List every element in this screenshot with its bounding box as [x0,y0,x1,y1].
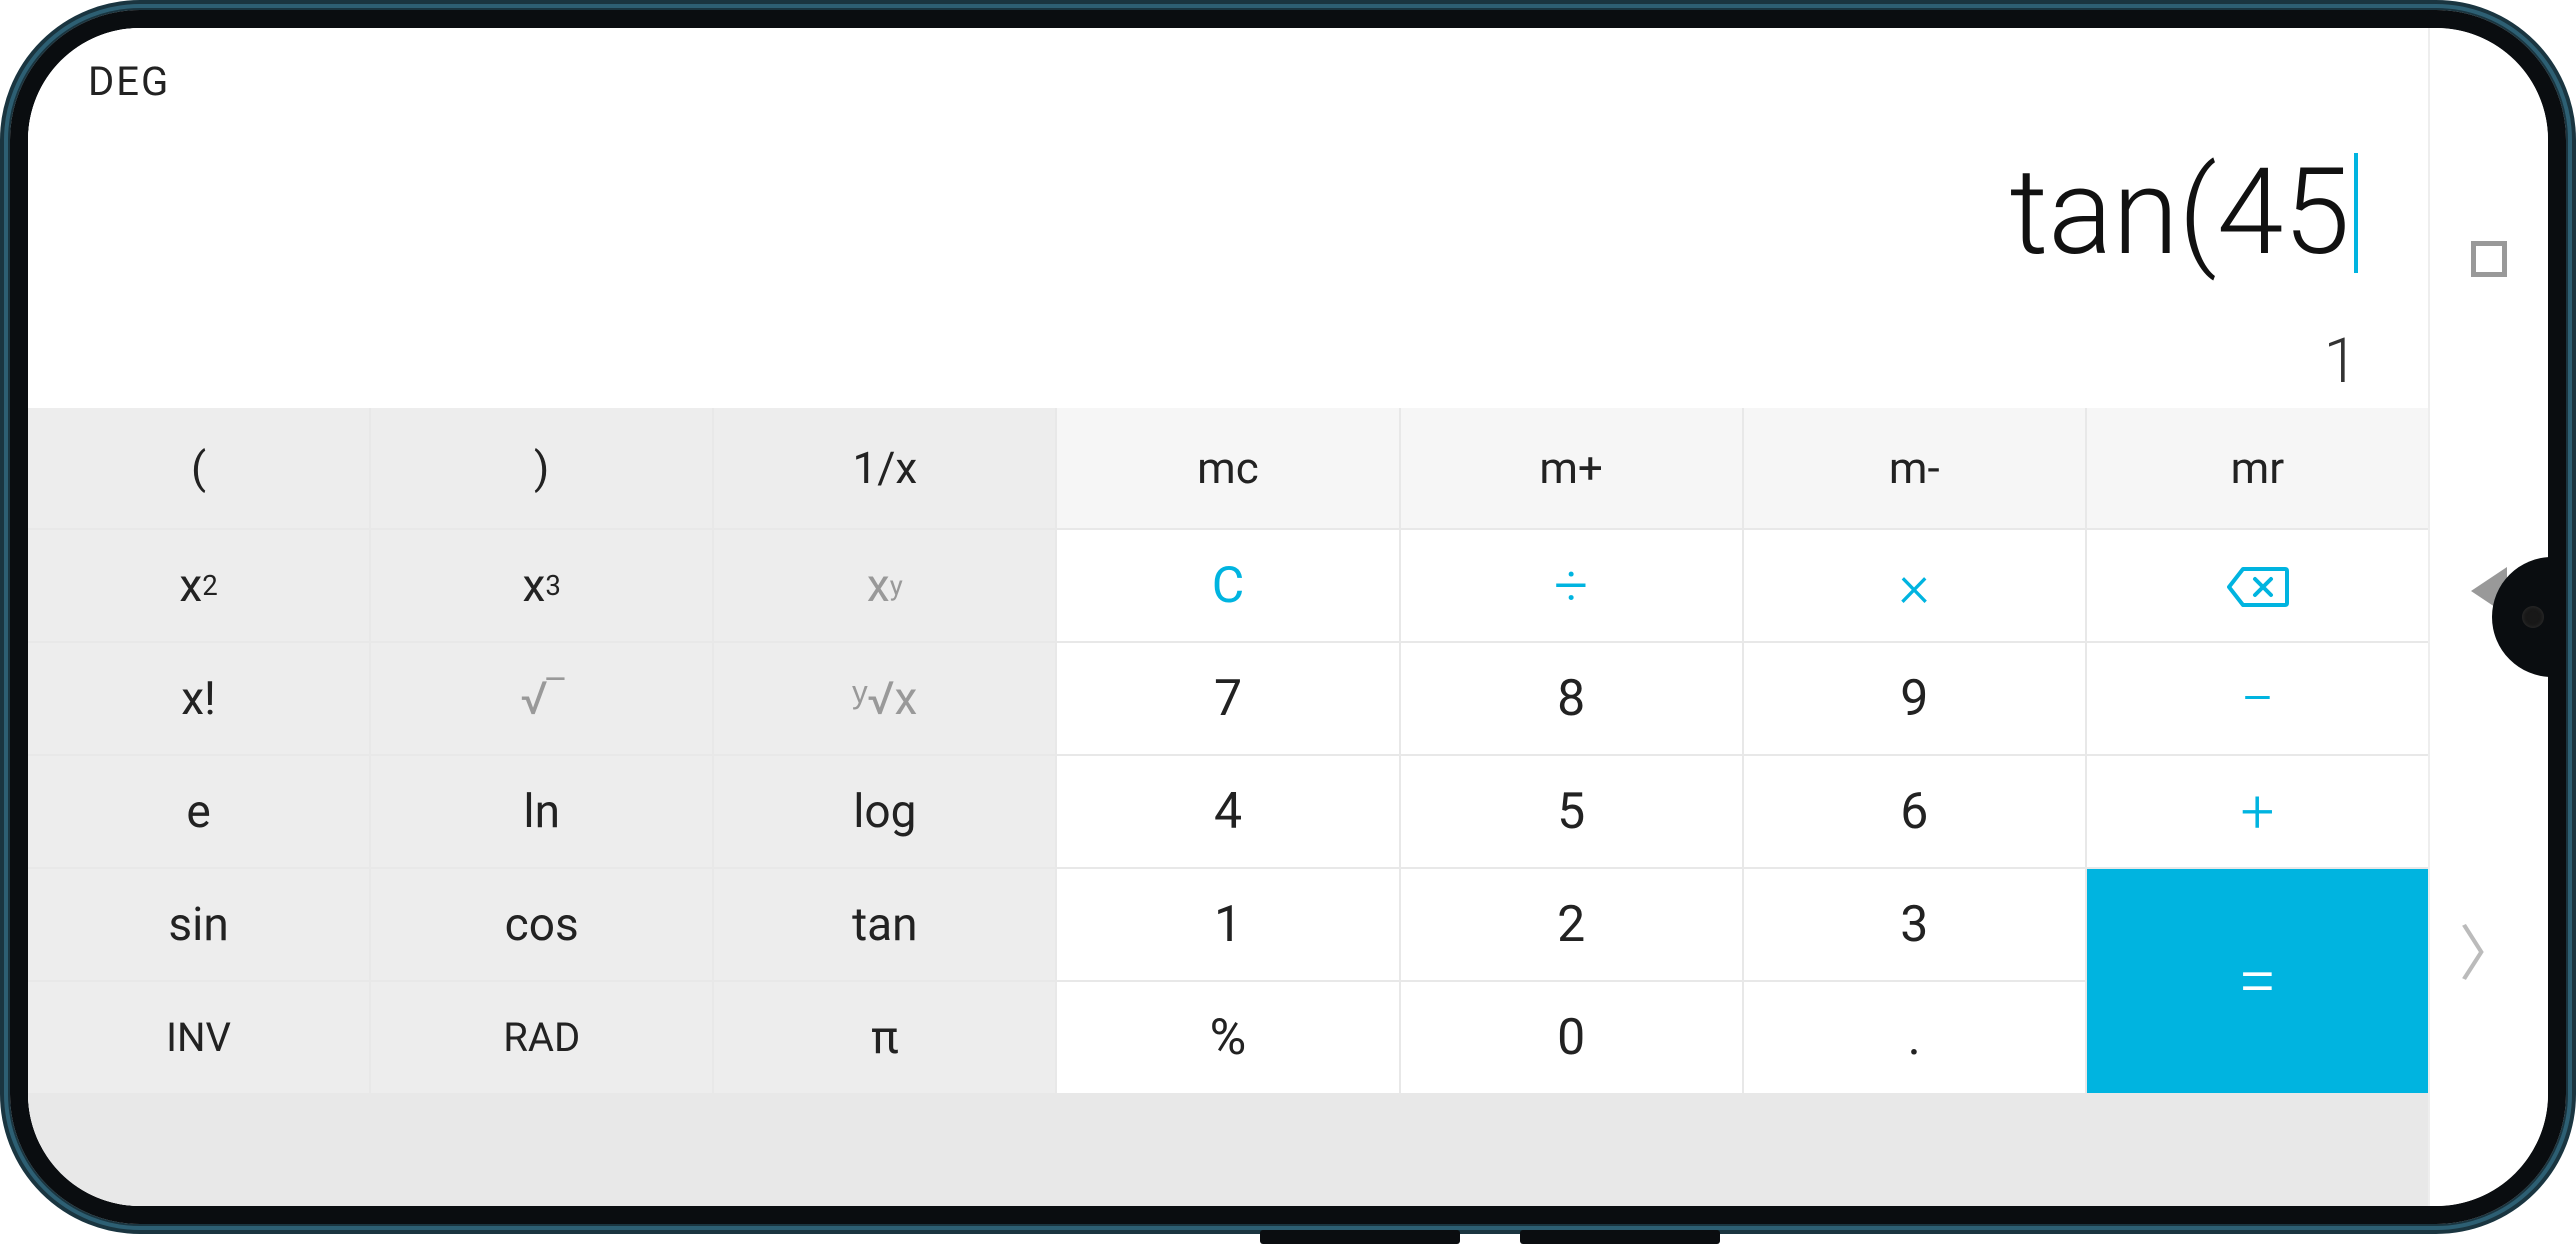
recents-button[interactable] [2471,241,2507,277]
digit-9-button[interactable]: 9 [1744,643,2085,754]
x-cubed-button[interactable]: x3 [371,530,712,641]
cos-button[interactable]: cos [371,869,712,980]
plus-button[interactable]: + [2087,756,2428,867]
x-squared-button[interactable]: x2 [28,530,369,641]
decimal-button[interactable]: . [1744,982,2085,1093]
inv-button[interactable]: INV [28,982,369,1093]
x-squared-base: x [179,559,202,613]
minus-button[interactable]: − [2087,643,2428,754]
digit-5-button[interactable]: 5 [1401,756,1742,867]
digit-6-button[interactable]: 6 [1744,756,2085,867]
phone-frame: DEG tan(45 1 ( ) 1/x mc m+ m- mr x2 x3 [10,10,2566,1224]
percent-button[interactable]: % [1057,982,1398,1093]
ln-button[interactable]: ln [371,756,712,867]
log-button[interactable]: log [714,756,1055,867]
expression-display[interactable]: tan(45 [88,105,2358,321]
drawer-handle[interactable]: 〉 [2459,906,2519,993]
tan-button[interactable]: tan [714,869,1055,980]
digit-8-button[interactable]: 8 [1401,643,1742,754]
pi-button[interactable]: π [714,982,1055,1093]
x-cubed-sup: 3 [545,569,561,602]
digit-4-button[interactable]: 4 [1057,756,1398,867]
backspace-button[interactable] [2087,530,2428,641]
mc-button[interactable]: mc [1057,408,1398,528]
x-power-y-sup: y [890,569,903,602]
display-panel: DEG tan(45 1 [28,28,2428,408]
e-button[interactable]: e [28,756,369,867]
digit-1-button[interactable]: 1 [1057,869,1398,980]
clear-button[interactable]: C [1057,530,1398,641]
equals-button[interactable]: = [2087,869,2428,1093]
result-display: 1 [88,321,2358,398]
keypad: ( ) 1/x mc m+ m- mr x2 x3 xy C ÷ × [28,408,2428,1206]
mr-button[interactable]: mr [2087,408,2428,528]
yroot-button[interactable]: ʸ√x [714,643,1055,754]
x-cubed-base: x [523,559,546,613]
calculator-app: DEG tan(45 1 ( ) 1/x mc m+ m- mr x2 x3 [28,28,2428,1206]
text-cursor [2354,153,2358,273]
rparen-button[interactable]: ) [371,408,712,528]
divide-button[interactable]: ÷ [1401,530,1742,641]
x-power-y-base: x [867,559,890,613]
mminus-button[interactable]: m- [1744,408,2085,528]
backspace-icon [2225,564,2289,608]
angle-mode-label[interactable]: DEG [88,58,2358,105]
factorial-button[interactable]: x! [28,643,369,754]
volume-rocker-2 [1520,1230,1720,1244]
multiply-button[interactable]: × [1744,530,2085,641]
digit-2-button[interactable]: 2 [1401,869,1742,980]
screen: DEG tan(45 1 ( ) 1/x mc m+ m- mr x2 x3 [28,28,2548,1206]
x-power-y-button[interactable]: xy [714,530,1055,641]
reciprocal-button[interactable]: 1/x [714,408,1055,528]
digit-3-button[interactable]: 3 [1744,869,2085,980]
sqrt-button[interactable]: √‾ [371,643,712,754]
digit-7-button[interactable]: 7 [1057,643,1398,754]
volume-rocker-1 [1260,1230,1460,1244]
sin-button[interactable]: sin [28,869,369,980]
square-icon [2471,241,2507,277]
rad-button[interactable]: RAD [371,982,712,1093]
expression-text: tan(45 [2010,143,2350,283]
lparen-button[interactable]: ( [28,408,369,528]
x-squared-sup: 2 [202,569,218,602]
mplus-button[interactable]: m+ [1401,408,1742,528]
digit-0-button[interactable]: 0 [1401,982,1742,1093]
